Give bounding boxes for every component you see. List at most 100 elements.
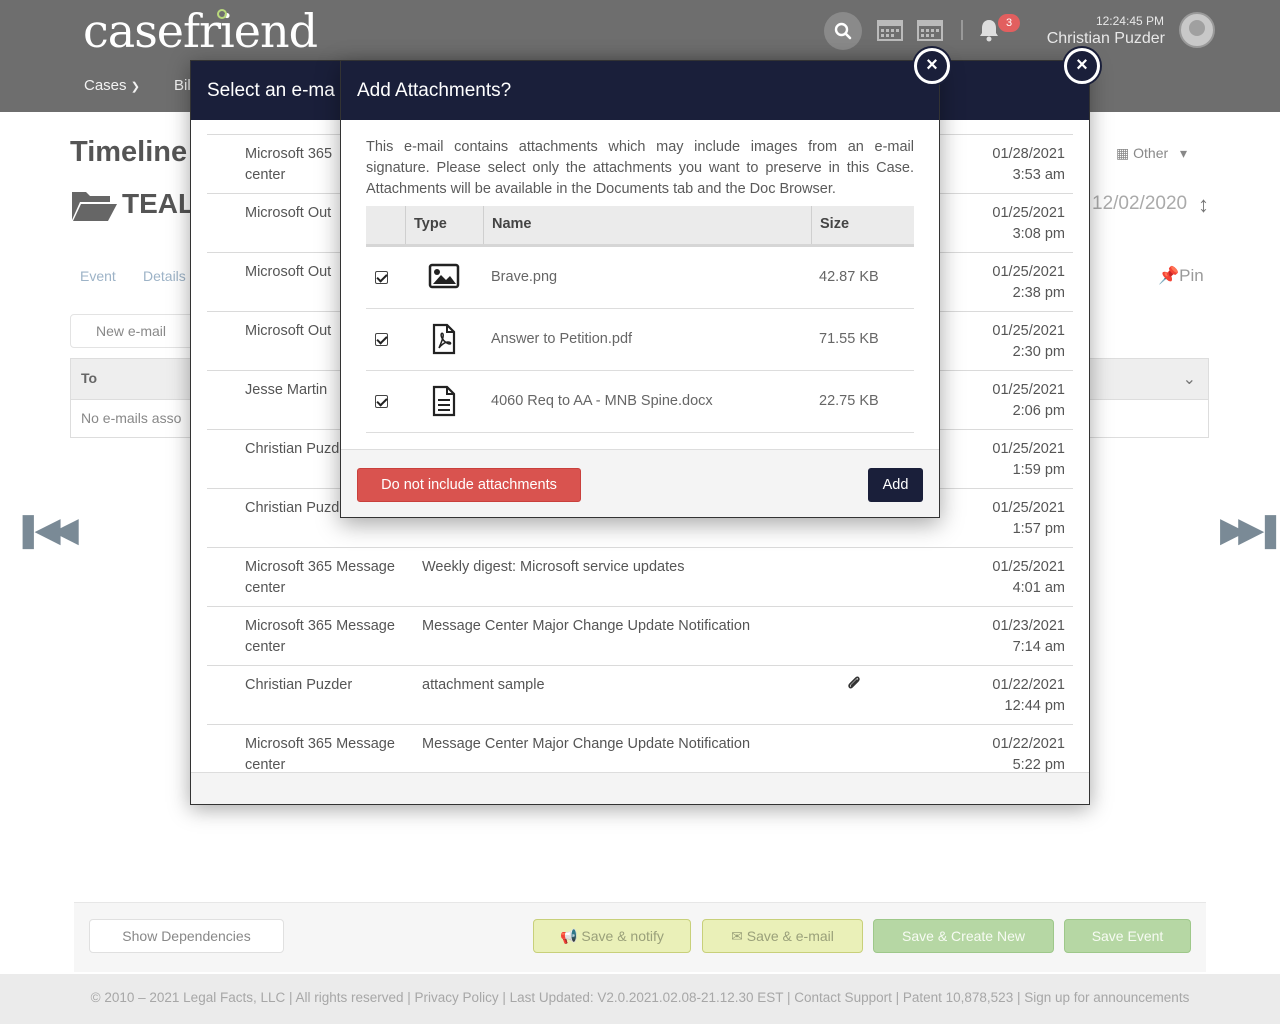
save-create-new-button[interactable]: Save & Create New	[873, 919, 1054, 953]
tab-event[interactable]: Event	[80, 268, 116, 284]
email-subject: Message Center Major Change Update Notif…	[422, 736, 751, 752]
email-date-day: 01/22/2021	[992, 736, 1065, 752]
first-page-icon[interactable]: ❚◀◀	[14, 510, 79, 550]
email-date-day: 01/23/2021	[992, 618, 1065, 634]
email-sender: Microsoft 365 Message center	[245, 736, 395, 772]
megaphone-icon: 📢	[560, 928, 578, 944]
nav-billing[interactable]: Bil	[174, 77, 191, 94]
close-email-modal-button[interactable]: ×	[1064, 48, 1100, 84]
email-list-row[interactable]: Microsoft 365 Message center Weekly diges…	[207, 547, 1073, 606]
copyright-footer: © 2010 – 2021 Legal Facts, LLC | All rig…	[0, 974, 1280, 1024]
last-page-icon[interactable]: ▶▶❚	[1220, 510, 1280, 550]
email-date-day: 01/28/2021	[992, 146, 1065, 162]
chevron-down-icon: ❯	[130, 81, 140, 93]
new-email-button[interactable]: New e-mail	[70, 314, 210, 348]
calendar-icon[interactable]	[876, 18, 904, 42]
email-date: 01/22/2021 5:22 pm	[945, 734, 1065, 772]
email-date: 01/25/2021 2:38 pm	[945, 262, 1065, 304]
calendar-team-icon[interactable]	[916, 18, 944, 42]
attachments-table-header: Type Name Size	[366, 206, 914, 247]
email-date-time: 2:38 pm	[1012, 285, 1065, 301]
email-date: 01/28/2021 3:53 am	[945, 144, 1065, 186]
email-date-day: 01/25/2021	[992, 441, 1065, 457]
logo-pin-icon	[217, 9, 227, 19]
column-name: Name	[483, 206, 811, 244]
tab-details[interactable]: Details	[143, 268, 186, 284]
show-dependencies-button[interactable]: Show Dependencies	[89, 919, 284, 953]
email-subject: Message Center Major Change Update Notif…	[422, 618, 751, 634]
sort-updown-icon[interactable]: ↕	[1198, 192, 1209, 218]
attachment-row: Answer to Petition.pdf 71.55 KB	[366, 309, 914, 371]
other-tab[interactable]: ▦ Other ▾	[1116, 145, 1187, 162]
casefriend-logo[interactable]: casefriend	[83, 4, 318, 58]
paperclip-icon	[847, 675, 861, 695]
folder-open-icon	[72, 192, 117, 221]
save-email-button[interactable]: ✉ Save & e-mail	[702, 919, 863, 953]
email-list-row[interactable]: Microsoft 365 Message center Message Cent…	[207, 724, 1073, 772]
header-separator	[961, 20, 963, 40]
email-date-time: 1:59 pm	[1012, 462, 1065, 478]
email-sender: Microsoft 365 Message center	[245, 559, 395, 596]
close-attachments-modal-button[interactable]: ×	[914, 48, 950, 84]
email-date-time: 12:44 pm	[1004, 698, 1065, 714]
pin-label: Pin	[1179, 266, 1204, 285]
email-sender: Microsoft 365 Message center	[245, 618, 395, 655]
email-date-day: 01/25/2021	[992, 382, 1065, 398]
user-name[interactable]: Christian Puzder	[980, 30, 1165, 48]
email-date: 01/25/2021 1:57 pm	[945, 498, 1065, 540]
email-list-row[interactable]: Christian Puzder attachment sample 01/22/2…	[207, 665, 1073, 724]
email-date-time: 1:57 pm	[1012, 521, 1065, 537]
add-attachments-button[interactable]: Add	[868, 468, 923, 502]
attachment-checkbox[interactable]	[375, 333, 388, 346]
email-date-day: 01/25/2021	[992, 264, 1065, 280]
email-date-time: 2:30 pm	[1012, 344, 1065, 360]
pdf-icon	[432, 323, 456, 355]
caret-down-icon: ▾	[1180, 145, 1188, 161]
email-date-day: 01/25/2021	[992, 323, 1065, 339]
clock-time: 12:24:45 PM	[1095, 14, 1164, 28]
grid-header-to[interactable]: To	[81, 370, 97, 386]
pin-button[interactable]: 📌Pin	[1158, 266, 1204, 286]
email-date-day: 01/22/2021	[992, 677, 1065, 693]
select-email-modal-title: Select an e-ma	[207, 80, 335, 101]
attachment-name: Answer to Petition.pdf	[491, 331, 633, 347]
save-event-button[interactable]: Save Event	[1064, 919, 1191, 953]
email-subject: attachment sample	[422, 677, 545, 693]
email-date-time: 7:14 am	[1012, 639, 1065, 655]
email-date: 01/25/2021 2:06 pm	[945, 380, 1065, 422]
add-attachments-modal: Add Attachments? This e-mail contains at…	[340, 60, 940, 518]
email-subject: Weekly digest: Microsoft service updates	[422, 559, 685, 575]
email-date: 01/25/2021 3:08 pm	[945, 203, 1065, 245]
column-type: Type	[405, 206, 483, 244]
other-tab-label: Other	[1133, 145, 1169, 161]
email-date-day: 01/25/2021	[992, 205, 1065, 221]
save-notify-button[interactable]: 📢 Save & notify	[533, 919, 691, 953]
attachments-description: This e-mail contains attachments which m…	[366, 139, 914, 197]
email-date: 01/25/2021 2:30 pm	[945, 321, 1065, 363]
save-notify-label: Save & notify	[581, 928, 664, 944]
add-attachments-header: Add Attachments?	[341, 61, 939, 120]
email-list-row[interactable]: Microsoft 365 Message center Message Cent…	[207, 606, 1073, 665]
attachment-checkbox[interactable]	[375, 395, 388, 408]
nav-cases-label: Cases	[84, 77, 127, 94]
email-date-time: 3:53 am	[1012, 167, 1065, 183]
attachment-size: 22.75 KB	[819, 393, 879, 409]
attachment-checkbox[interactable]	[375, 271, 388, 284]
attachment-name: Brave.png	[491, 269, 558, 285]
select-email-modal-footer	[191, 772, 1089, 804]
column-size: Size	[811, 206, 914, 244]
attachment-row: Brave.png 42.87 KB	[366, 247, 914, 309]
chevron-down-icon[interactable]: ⌄	[1183, 369, 1196, 389]
email-date-day: 01/25/2021	[992, 500, 1065, 516]
email-date-day: 01/25/2021	[992, 559, 1065, 575]
avatar[interactable]	[1179, 12, 1215, 48]
add-attachments-title: Add Attachments?	[357, 80, 512, 101]
document-icon	[432, 385, 456, 417]
do-not-include-attachments-button[interactable]: Do not include attachments	[357, 468, 581, 502]
add-attachments-footer: Do not include attachments Add	[341, 449, 939, 517]
page-title: Timeline	[70, 136, 188, 168]
email-sender: Christian Puzder	[245, 677, 353, 693]
email-date: 01/25/2021 1:59 pm	[945, 439, 1065, 481]
search-button[interactable]	[824, 12, 862, 50]
nav-cases[interactable]: Cases ❯	[84, 77, 140, 94]
